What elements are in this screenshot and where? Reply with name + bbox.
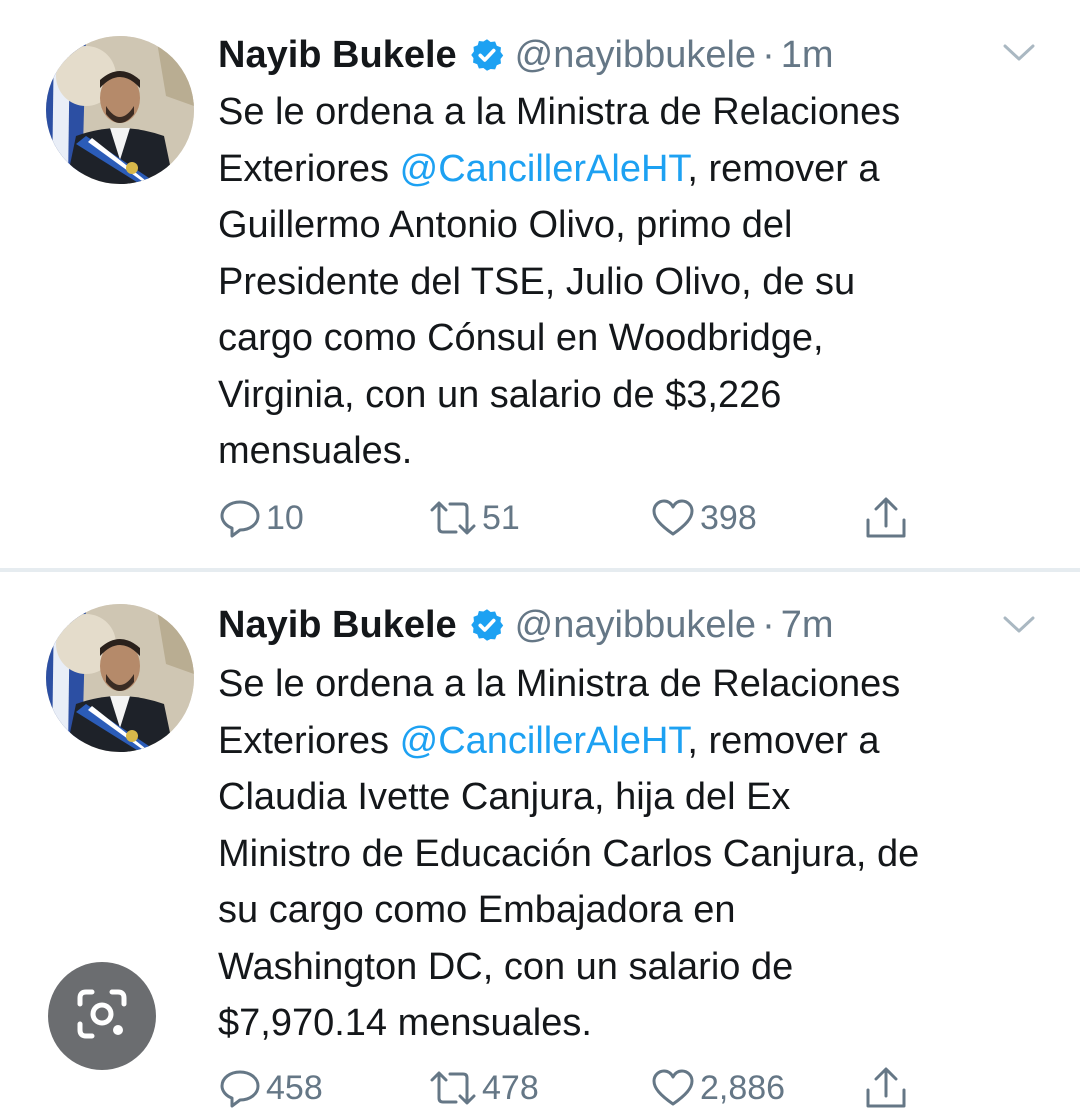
text-line: Presidente del TSE, Julio Olivo, de su [218, 260, 856, 303]
verified-badge-icon [469, 607, 505, 643]
reply-button[interactable]: 458 [218, 1060, 323, 1116]
text-line: $7,970.14 mensuales. [218, 1002, 592, 1044]
text-line: Ministro de Educación Carlos Canjura, de [218, 832, 920, 875]
author-name[interactable]: Nayib Bukele [218, 604, 457, 647]
text-line: Washington DC, con un salario de [218, 945, 794, 988]
like-button[interactable]: 398 [650, 490, 757, 546]
timestamp[interactable]: 7m [781, 604, 834, 647]
text-segment: , remover a [687, 147, 880, 190]
share-icon [862, 496, 910, 540]
tweet-header: Nayib Bukele @nayibbukele · 1m [218, 30, 834, 80]
chevron-down-icon[interactable] [1002, 42, 1036, 64]
mention-link[interactable]: @CancillerAleHT [400, 720, 688, 762]
text-line: cargo como Cónsul en Woodbridge, [218, 317, 824, 359]
text-line: Claudia Ivette Canjura, hija del Ex [218, 776, 791, 818]
text-line: Exteriores @CancillerAleHT, remover a [218, 141, 1058, 198]
tweet-header: Nayib Bukele @nayibbukele · 7m [218, 600, 834, 650]
reply-count: 10 [266, 498, 304, 537]
tweet-actions: 458 478 2,886 [0, 1060, 1080, 1116]
reply-icon [218, 498, 262, 538]
separator-dot: · [762, 603, 775, 646]
share-button[interactable] [862, 1060, 910, 1116]
text-line: su cargo como Embajadora en [218, 889, 736, 931]
text-segment: Exteriores [218, 147, 400, 190]
text-line: Exteriores @CancillerAleHT, remover a [218, 713, 1058, 770]
reply-count: 458 [266, 1068, 323, 1107]
text-line: Guillermo Antonio Olivo, primo del [218, 204, 793, 246]
text-line: Virginia, con un salario de $3,226 [218, 373, 782, 416]
retweet-icon [428, 498, 478, 538]
google-lens-icon [74, 986, 130, 1047]
text-line: Se le ordena a la Ministra de Relaciones [218, 663, 901, 705]
chevron-down-icon[interactable] [1002, 614, 1036, 636]
retweet-count: 478 [482, 1068, 539, 1107]
text-line: mensuales. [218, 430, 413, 472]
tweet-actions: 10 51 398 [0, 490, 1080, 546]
tweet-text: Se le ordena a la Ministra de Relaciones… [218, 656, 1058, 1052]
heart-icon [650, 1068, 696, 1108]
like-count: 2,886 [700, 1068, 786, 1107]
author-name[interactable]: Nayib Bukele [218, 34, 457, 77]
retweet-button[interactable]: 51 [428, 490, 520, 546]
separator-dot: · [762, 33, 775, 76]
share-button[interactable] [862, 490, 910, 546]
avatar[interactable] [46, 36, 194, 184]
tweet[interactable]: Nayib Bukele @nayibbukele · 1m Se le ord… [0, 0, 1080, 568]
author-handle[interactable]: @nayibbukele [515, 604, 756, 647]
like-button[interactable]: 2,886 [650, 1060, 785, 1116]
retweet-icon [428, 1068, 478, 1108]
heart-icon [650, 498, 696, 538]
author-handle[interactable]: @nayibbukele [515, 34, 756, 77]
retweet-button[interactable]: 478 [428, 1060, 539, 1116]
reply-icon [218, 1068, 262, 1108]
text-line: Se le ordena a la Ministra de Relaciones [218, 91, 901, 133]
google-lens-button[interactable] [48, 962, 156, 1070]
tweet[interactable]: Nayib Bukele @nayibbukele · 7m Se le ord… [0, 572, 1080, 1116]
retweet-count: 51 [482, 498, 520, 537]
reply-button[interactable]: 10 [218, 490, 304, 546]
verified-badge-icon [469, 37, 505, 73]
like-count: 398 [700, 498, 757, 537]
mention-link[interactable]: @CancillerAleHT [400, 148, 688, 190]
text-segment: Exteriores [218, 719, 400, 762]
text-segment: , remover a [687, 719, 880, 762]
avatar[interactable] [46, 604, 194, 752]
tweet-text: Se le ordena a la Ministra de Relaciones… [218, 84, 1058, 480]
timestamp[interactable]: 1m [781, 34, 834, 77]
share-icon [862, 1066, 910, 1110]
